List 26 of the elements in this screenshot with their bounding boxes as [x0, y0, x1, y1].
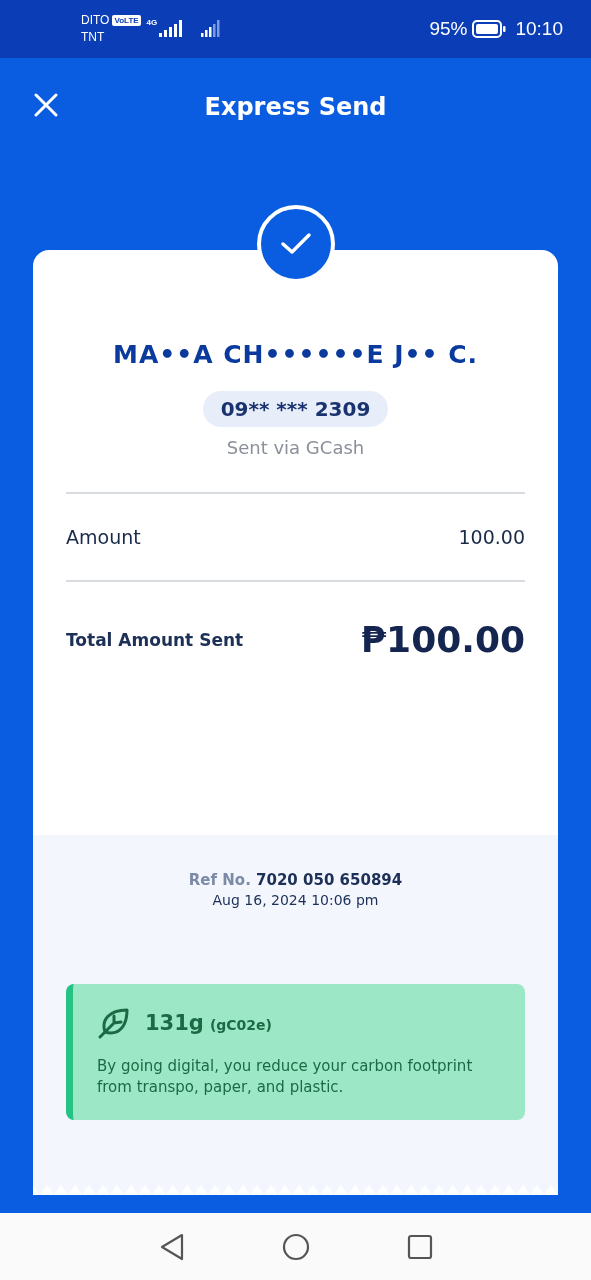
recipient-name: MA••A CH••••••E J•• C. [112, 340, 479, 369]
carbon-message: By going digital, you reduce your carbon footprint from transpo, paper, and plastic. [97, 1056, 474, 1098]
phone-number: 09** *** 2309 [202, 391, 389, 427]
total-label: Total Amount Sent [66, 629, 244, 650]
carbon-unit: (gC02e) [209, 1017, 272, 1033]
carbon-amount: 131g [145, 1011, 204, 1035]
screen-title: Express Send [204, 92, 387, 121]
battery-icon [472, 20, 507, 38]
reference-number: Ref No. 7020 050 650894 [188, 871, 403, 889]
signal-icon [201, 19, 222, 39]
close-button[interactable] [34, 93, 58, 117]
network-type: 4G [146, 17, 158, 27]
home-button[interactable] [281, 1232, 310, 1261]
carrier-name: DITO [81, 12, 110, 29]
total-amount: ₱100.00 [361, 619, 525, 660]
volte-badge: VoLTE [112, 15, 141, 26]
leaf-icon [97, 1006, 131, 1040]
back-button[interactable] [158, 1232, 185, 1261]
recents-button[interactable] [406, 1233, 433, 1260]
carrier-name: TNT [81, 29, 106, 46]
detail-value: 100.00 [458, 526, 525, 548]
sent-via-text: Sent via GCash [225, 437, 366, 458]
detail-label: Amount [66, 526, 141, 548]
battery-percent: 95% [429, 18, 468, 40]
transaction-date: Aug 16, 2024 10:06 pm [212, 892, 379, 908]
clock-time: 10:10 [515, 18, 563, 40]
